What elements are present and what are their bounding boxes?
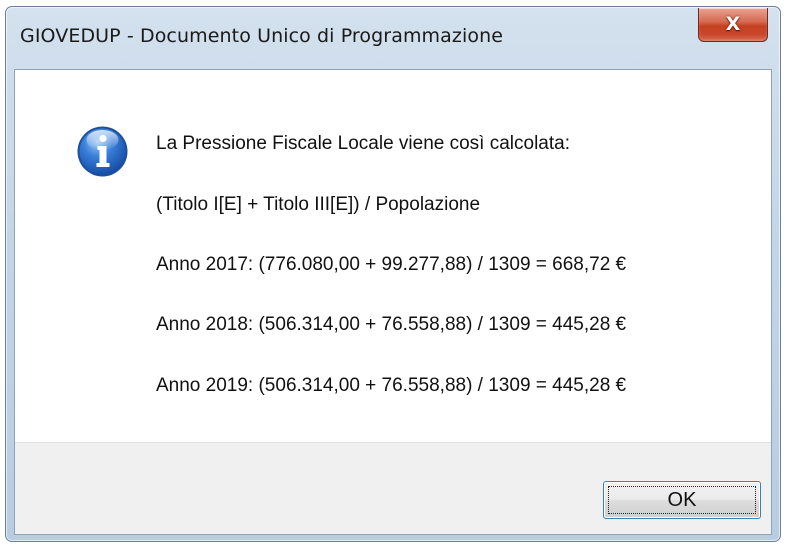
message-line: Anno 2019: (506.314,00 + 76.558,88) / 13… <box>156 375 627 396</box>
message-line: Anno 2017: (776.080,00 + 99.277,88) / 13… <box>156 254 627 275</box>
dialog-client-area: La Pressione Fiscale Locale viene così c… <box>14 69 772 535</box>
close-icon: X <box>725 13 741 35</box>
title-bar[interactable]: GIOVEDUP - Documento Unico di Programmaz… <box>6 7 780 67</box>
message-line: Anno 2018: (506.314,00 + 76.558,88) / 13… <box>156 314 627 335</box>
message-line: (Titolo I[E] + Titolo III[E]) / Popolazi… <box>156 194 481 215</box>
ok-button-label: OK <box>667 489 697 511</box>
window-title: GIOVEDUP - Documento Unico di Programmaz… <box>20 25 504 47</box>
button-bar: OK <box>15 442 771 534</box>
close-button[interactable]: X <box>698 8 768 42</box>
dialog-window: GIOVEDUP - Documento Unico di Programmaz… <box>5 6 781 542</box>
message-area: La Pressione Fiscale Locale viene così c… <box>15 70 771 442</box>
ok-button[interactable]: OK <box>603 481 761 519</box>
info-icon <box>77 126 128 177</box>
message-line: La Pressione Fiscale Locale viene così c… <box>156 133 571 154</box>
